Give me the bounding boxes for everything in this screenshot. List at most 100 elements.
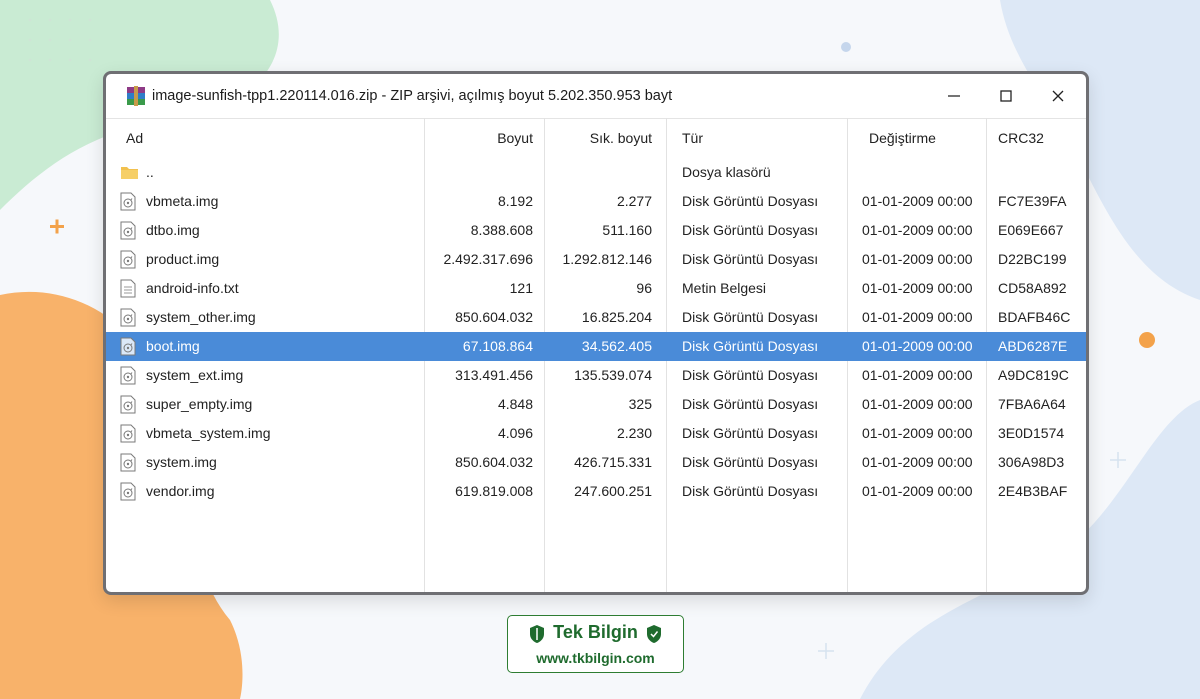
file-modified: 01-01-2009 00:00: [862, 309, 973, 325]
disk-image-icon: [120, 482, 136, 501]
file-name: system_ext.img: [146, 367, 244, 383]
file-name: product.img: [146, 251, 220, 267]
file-size: 67.108.864: [462, 338, 533, 354]
file-type: Disk Görüntü Dosyası: [682, 425, 819, 441]
file-crc: BDAFB46C: [998, 309, 1071, 325]
disk-image-icon: [120, 192, 136, 211]
file-row[interactable]: super_empty.img 4.848 325 Disk Görüntü Dosy…: [106, 390, 1086, 419]
file-name: vendor.img: [146, 483, 215, 499]
file-type: Disk Görüntü Dosyası: [682, 396, 819, 412]
file-row[interactable]: product.img 2.492.317.696 1.292.812.146 Dis…: [106, 245, 1086, 274]
file-modified: 01-01-2009 00:00: [862, 483, 973, 499]
file-name: ..: [146, 164, 154, 180]
file-row[interactable]: dtbo.img 8.388.608 511.160 Disk Görüntü Dos…: [106, 216, 1086, 245]
file-modified: 01-01-2009 00:00: [862, 338, 973, 354]
shield-icon: [647, 625, 661, 643]
file-row[interactable]: system_other.img 850.604.032 16.825.204 Dis…: [106, 303, 1086, 332]
file-type: Disk Görüntü Dosyası: [682, 483, 819, 499]
file-packed-size: 1.292.812.146: [562, 251, 652, 267]
file-crc: E069E667: [998, 222, 1064, 238]
minimize-icon: [948, 95, 960, 97]
file-size: 2.492.317.696: [443, 251, 533, 267]
minimize-button[interactable]: [934, 82, 974, 110]
file-row[interactable]: vbmeta_system.img 4.096 2.230 Disk Görüntü …: [106, 419, 1086, 448]
folder-icon: [121, 167, 138, 179]
file-crc: ABD6287E: [998, 338, 1068, 354]
file-modified: 01-01-2009 00:00: [862, 193, 973, 209]
file-type: Disk Görüntü Dosyası: [682, 309, 819, 325]
file-crc: FC7E39FA: [998, 193, 1067, 209]
file-packed-size: 34.562.405: [581, 338, 652, 354]
file-modified: 01-01-2009 00:00: [862, 251, 973, 267]
parent-folder-row[interactable]: .. Dosya klasörü: [106, 158, 1086, 187]
file-type: Disk Görüntü Dosyası: [682, 251, 819, 267]
disk-image-icon: [120, 453, 136, 472]
file-type: Disk Görüntü Dosyası: [682, 338, 819, 354]
file-row[interactable]: vbmeta.img 8.192 2.277 Disk Görüntü Dosyası…: [106, 187, 1086, 216]
column-header-type[interactable]: Tür: [682, 130, 703, 146]
brand-badge: Tek Bilgin www.tkbilgin.com: [507, 615, 684, 673]
file-size: 121: [509, 280, 533, 296]
file-packed-size: 2.277: [616, 193, 652, 209]
disk-image-icon: [120, 337, 136, 356]
file-crc: 2E4B3BAF: [998, 483, 1068, 499]
file-size: 4.848: [497, 396, 533, 412]
disk-image-icon: [120, 221, 136, 240]
text-file-icon: [120, 279, 136, 298]
file-type: Metin Belgesi: [682, 280, 767, 296]
winrar-archive-icon: [127, 86, 145, 106]
file-packed-size: 16.825.204: [581, 309, 652, 325]
file-modified: 01-01-2009 00:00: [862, 367, 973, 383]
file-row[interactable]: system.img 850.604.032 426.715.331 Disk Gör…: [106, 448, 1086, 477]
close-icon: [1052, 90, 1064, 102]
disk-image-icon: [120, 308, 136, 327]
file-packed-size: 426.715.331: [574, 454, 652, 470]
file-name: android-info.txt: [146, 280, 239, 296]
file-crc: A9DC819C: [998, 367, 1069, 383]
file-packed-size: 325: [628, 396, 652, 412]
archive-window: image-sunfish-tpp1.220114.016.zip - ZIP …: [103, 71, 1089, 595]
file-size: 619.819.008: [455, 483, 533, 499]
file-crc: 7FBA6A64: [998, 396, 1066, 412]
file-type: Disk Görüntü Dosyası: [682, 222, 819, 238]
file-name: system_other.img: [146, 309, 256, 325]
column-header-size[interactable]: Boyut: [497, 130, 533, 146]
file-modified: 01-01-2009 00:00: [862, 280, 973, 296]
file-packed-size: 511.160: [602, 222, 652, 238]
disk-image-icon: [120, 424, 136, 443]
file-crc: 3E0D1574: [998, 425, 1065, 441]
file-row[interactable]: vendor.img 619.819.008 247.600.251 Disk Gör…: [106, 477, 1086, 506]
file-list: .. Dosya klasörü vbmeta.img 8.192 2.277 Dis…: [106, 158, 1086, 506]
close-button[interactable]: [1038, 82, 1078, 110]
file-name: vbmeta_system.img: [146, 425, 271, 441]
file-modified: 01-01-2009 00:00: [862, 454, 973, 470]
file-packed-size: 2.230: [616, 425, 652, 441]
disk-image-icon: [120, 366, 136, 385]
file-size: 8.388.608: [470, 222, 533, 238]
file-crc: 306A98D3: [998, 454, 1065, 470]
file-name: system.img: [146, 454, 217, 470]
file-name: vbmeta.img: [146, 193, 219, 209]
file-type: Dosya klasörü: [682, 164, 771, 180]
file-type: Disk Görüntü Dosyası: [682, 367, 819, 383]
file-size: 850.604.032: [455, 309, 533, 325]
file-name: super_empty.img: [146, 396, 253, 412]
file-row[interactable]: boot.img 67.108.864 34.562.405 Disk Görüntü…: [106, 332, 1086, 361]
column-header-packed[interactable]: Sık. boyut: [590, 130, 652, 146]
column-header-modified[interactable]: Değiştirme: [869, 130, 936, 146]
file-crc: CD58A892: [998, 280, 1067, 296]
file-size: 313.491.456: [455, 367, 533, 383]
file-row[interactable]: android-info.txt 121 96 Metin Belgesi 01-01-…: [106, 274, 1086, 303]
file-modified: 01-01-2009 00:00: [862, 222, 973, 238]
maximize-button[interactable]: [986, 82, 1026, 110]
column-header-name[interactable]: Ad: [126, 130, 143, 146]
title-bar[interactable]: image-sunfish-tpp1.220114.016.zip - ZIP …: [106, 74, 1086, 119]
file-packed-size: 135.539.074: [574, 367, 652, 383]
file-row[interactable]: system_ext.img 313.491.456 135.539.074 Disk…: [106, 361, 1086, 390]
window-title: image-sunfish-tpp1.220114.016.zip - ZIP …: [152, 88, 673, 104]
brand-url[interactable]: www.tkbilgin.com: [508, 650, 683, 666]
file-type: Disk Görüntü Dosyası: [682, 193, 819, 209]
column-header-crc[interactable]: CRC32: [998, 130, 1044, 146]
file-modified: 01-01-2009 00:00: [862, 396, 973, 412]
file-packed-size: 96: [636, 280, 652, 296]
